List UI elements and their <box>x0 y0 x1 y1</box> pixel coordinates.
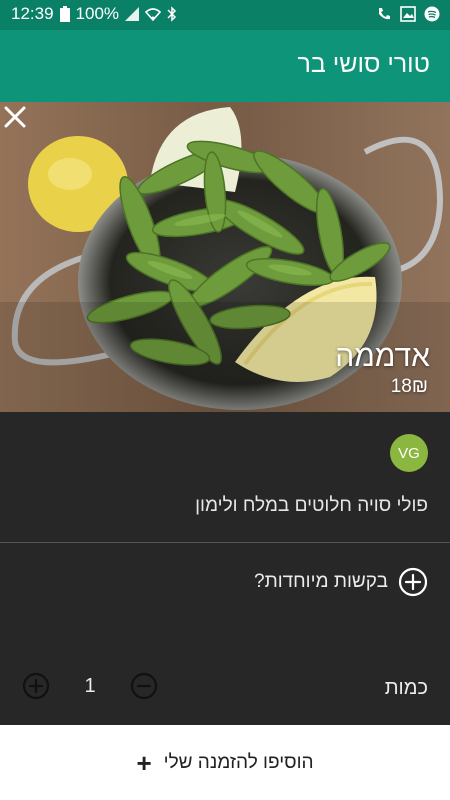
item-name: אדממה <box>335 340 430 373</box>
call-icon <box>379 8 390 20</box>
battery-icon <box>59 6 70 22</box>
add-circle-icon <box>398 567 428 597</box>
restaurant-title: טורי סושי בר <box>297 50 431 78</box>
special-requests-button[interactable]: בקשות מיוחדות? <box>254 567 428 597</box>
item-photo: אדממה 18₪ <box>0 102 450 412</box>
add-to-order-label: הוסיפו להזמנה שלי <box>163 751 314 773</box>
item-description: פולי סויה חלוטים במלח ולימון <box>195 495 428 516</box>
image-icon <box>400 6 416 22</box>
special-requests-label: בקשות מיוחדות? <box>254 571 388 592</box>
close-icon[interactable] <box>0 102 30 132</box>
quantity-stepper: 1 <box>22 672 158 700</box>
status-right <box>376 6 440 22</box>
status-bar: 12:39 100% <box>0 0 450 30</box>
battery-percent: 100% <box>75 4 120 23</box>
vegan-badge: VG <box>390 434 428 472</box>
add-to-order-button[interactable]: הוסיפו להזמנה שלי + <box>0 725 450 800</box>
plus-icon: + <box>136 747 152 778</box>
item-details: VG פולי סויה חלוטים במלח ולימון בקשות מי… <box>0 412 450 725</box>
increase-quantity-button[interactable] <box>22 672 50 700</box>
quantity-value: 1 <box>84 674 96 697</box>
item-price: 18₪ <box>390 376 428 397</box>
status-left: 12:39 100% <box>11 4 177 24</box>
status-time: 12:39 <box>11 4 54 23</box>
signal-icon <box>125 7 140 21</box>
decrease-quantity-button[interactable] <box>130 672 158 700</box>
bottom-bar: הוסיפו להזמנה שלי + <box>0 725 450 800</box>
wifi-icon <box>145 8 162 21</box>
divider <box>0 542 450 543</box>
bluetooth-icon <box>167 6 177 22</box>
spotify-icon <box>424 6 440 22</box>
app-bar: טורי סושי בר <box>0 30 450 102</box>
quantity-label: כמות <box>384 677 428 699</box>
